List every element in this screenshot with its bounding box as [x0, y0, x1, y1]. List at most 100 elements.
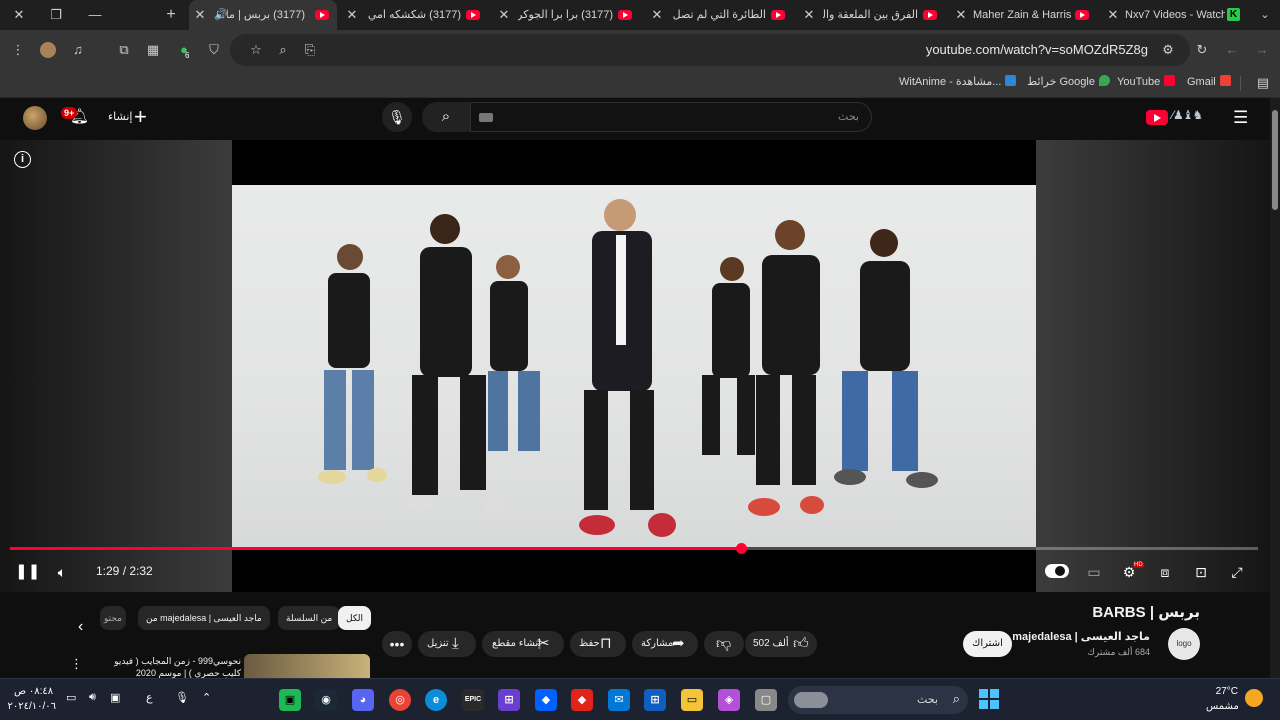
tab-close-icon[interactable]: ✕	[650, 0, 664, 30]
recommendation-thumbnail[interactable]	[244, 654, 370, 678]
like-button[interactable]: 👍︎ 502 ألف	[745, 631, 817, 657]
windows-start-icon[interactable]	[979, 689, 999, 709]
create-label[interactable]: إنشاء	[108, 110, 132, 123]
progress-bar[interactable]	[10, 543, 1258, 554]
tab-close-icon[interactable]: ✕	[1106, 0, 1120, 30]
system-clock[interactable]: ٠٨:٤٨ ص ٢٠٢٤/١٠/٠٦	[7, 684, 56, 714]
battery-icon[interactable]: ▭	[66, 691, 76, 704]
subtitles-icon[interactable]: ▭	[1084, 562, 1104, 582]
page-scrollbar[interactable]	[1270, 98, 1280, 678]
dropbox-icon[interactable]: ◆	[535, 689, 557, 711]
chip-series[interactable]: من السلسلة	[278, 606, 341, 630]
anydesk-icon[interactable]: ◆	[571, 689, 593, 711]
info-icon[interactable]: i	[14, 151, 31, 168]
keyboard-icon[interactable]	[479, 113, 493, 122]
search-input[interactable]: بحث	[470, 102, 872, 132]
adblock-extension-icon[interactable]: ● 6	[174, 40, 194, 60]
guide-menu-icon[interactable]: ☰	[1233, 109, 1248, 126]
weather-widget[interactable]: 27°C مشمس	[1206, 684, 1239, 714]
sun-icon[interactable]	[1245, 689, 1263, 707]
extension-icon[interactable]: ▦	[143, 40, 163, 60]
discord-icon[interactable]: ◕	[352, 689, 374, 711]
forward-arrow-icon[interactable]: →	[1252, 40, 1272, 60]
chip-more[interactable]: محتو	[100, 606, 126, 630]
browser-tab[interactable]: ✕ الفرق بين الملعقة والك	[797, 0, 947, 30]
channel-name[interactable]: ماجد العيسى | majedalesa ●	[1003, 630, 1150, 643]
fullscreen-icon[interactable]: ⤢	[1227, 562, 1247, 582]
channel-avatar[interactable]: logo	[1168, 628, 1200, 660]
save-button[interactable]: ⊓ حفظ	[570, 631, 626, 657]
network-icon[interactable]: ▣	[110, 691, 120, 704]
recommendation-title[interactable]: نحوسي999 - زمن المجايب ( فيديو كليب حصري…	[96, 655, 241, 679]
store-icon[interactable]: ⊞	[644, 689, 666, 711]
mic-tray-icon[interactable]: 🎙︎	[175, 691, 189, 704]
video-content[interactable]	[232, 185, 1036, 547]
browser-tab[interactable]: ✕ الطائرة التي لم تصل	[645, 0, 795, 30]
tab-close-icon[interactable]: ✕	[954, 0, 968, 30]
epic-games-icon[interactable]: EPIC	[462, 689, 484, 711]
chrome-icon[interactable]: ◎	[389, 689, 411, 711]
browser-tab-active[interactable]: ✕ 🔊 (3177) بربس | ماجد ا	[189, 0, 337, 30]
taskbar-search[interactable]: بحث ⌕	[788, 686, 968, 714]
tab-close-icon[interactable]: ✕	[345, 0, 359, 30]
voice-search-mic-icon[interactable]: 🎙︎	[382, 102, 412, 132]
extensions-icon[interactable]: ⧉	[114, 40, 134, 60]
bookmark-star-icon[interactable]: ☆	[246, 40, 266, 60]
autoplay-toggle[interactable]	[1045, 564, 1069, 578]
search-button[interactable]: ⌕	[422, 102, 470, 132]
download-button[interactable]: ⤓ تنزيل	[418, 631, 476, 657]
reload-icon[interactable]: ↻	[1192, 40, 1212, 60]
recommendation-menu-icon[interactable]: ⋮	[70, 656, 83, 672]
taskbar-app-icon[interactable]: ▢	[755, 689, 777, 711]
tray-overflow-chevron-icon[interactable]: ⌃	[202, 691, 211, 704]
new-tab-button[interactable]: +	[160, 5, 182, 25]
chip-all[interactable]: الكل	[338, 606, 372, 630]
window-restore-icon[interactable]: ❐	[45, 5, 67, 25]
profile-avatar[interactable]	[38, 40, 58, 60]
address-bar[interactable]: ☆ ⌕ ⎘ youtube.com/watch?v=soMOZdR5Z8g ⚙	[230, 34, 1190, 66]
site-settings-icon[interactable]: ⚙	[1158, 40, 1178, 60]
share-button[interactable]: ➦ مشاركة	[632, 631, 698, 657]
outlook-icon[interactable]: ✉	[608, 689, 630, 711]
bookmark-gmail[interactable]: Gmail	[1187, 75, 1231, 88]
taskbar-app-icon[interactable]: ▣	[279, 689, 301, 711]
create-plus-icon[interactable]: +	[134, 104, 147, 130]
window-minimize-icon[interactable]: —	[84, 5, 106, 25]
cast-icon[interactable]: ⊡	[1191, 562, 1211, 582]
volume-icon[interactable]: 🔈︎	[52, 562, 72, 582]
input-language[interactable]: ع	[146, 691, 153, 704]
steam-icon[interactable]: ◉	[315, 689, 337, 711]
volume-tray-icon[interactable]: 🔊︎	[89, 691, 96, 704]
chips-prev-chevron-icon[interactable]: ‹	[78, 618, 83, 636]
install-app-icon[interactable]: ⎘	[300, 40, 320, 60]
bookmark-witanime[interactable]: WitAnime - مشاهدة...	[899, 75, 1017, 88]
bookmark-youtube[interactable]: YouTube	[1117, 75, 1176, 88]
zoom-icon[interactable]: ⌕	[273, 40, 293, 60]
vs-icon[interactable]: ⊞	[498, 689, 520, 711]
scrollbar-thumb[interactable]	[1272, 110, 1278, 210]
tab-close-icon[interactable]: ✕	[497, 0, 511, 30]
subscribe-button[interactable]: اشتراك	[963, 631, 1012, 657]
copilot-icon[interactable]: ◈	[718, 689, 740, 711]
more-actions-button[interactable]: •••	[382, 631, 412, 657]
browser-tab[interactable]: ✕ (3177) برا برا الجوكر	[492, 0, 642, 30]
edge-icon[interactable]: e	[425, 689, 447, 711]
tab-search-chevron-icon[interactable]: ⌄	[1254, 5, 1276, 25]
youtube-logo-icon[interactable]	[1146, 110, 1168, 125]
media-controls-icon[interactable]: ♫	[68, 40, 88, 60]
tab-close-icon[interactable]: ✕	[193, 0, 207, 30]
dislike-button[interactable]: 👎︎	[704, 631, 744, 657]
browser-tab[interactable]: ✕ Nxv7 Videos - Watch K	[1101, 0, 1251, 30]
video-player[interactable]: i ❚❚ 🔈︎ 1:29 / 2:32 ▭ ⚙ HD ⧈ ⊡ ⤢	[0, 140, 1270, 592]
youtube-doodle-icon[interactable]: ⁄♟♝♞	[1172, 108, 1203, 122]
chip-from-channel[interactable]: من majedalesa | ماجد العيسى	[138, 606, 270, 630]
account-avatar[interactable]	[23, 106, 47, 130]
browser-tab[interactable]: ✕ Maher Zain & Harris	[949, 0, 1099, 30]
chrome-menu-icon[interactable]: ⋮	[8, 40, 28, 60]
miniplayer-icon[interactable]: ⧈	[1155, 562, 1175, 582]
browser-tab[interactable]: ✕ (3177) شكشكه امي ك	[340, 0, 490, 30]
file-explorer-icon[interactable]: ▭	[681, 689, 703, 711]
pause-icon[interactable]: ❚❚	[15, 562, 40, 582]
bookmark-google-maps[interactable]: خرائط Google	[1027, 75, 1110, 88]
tab-close-icon[interactable]: ✕	[802, 0, 816, 30]
